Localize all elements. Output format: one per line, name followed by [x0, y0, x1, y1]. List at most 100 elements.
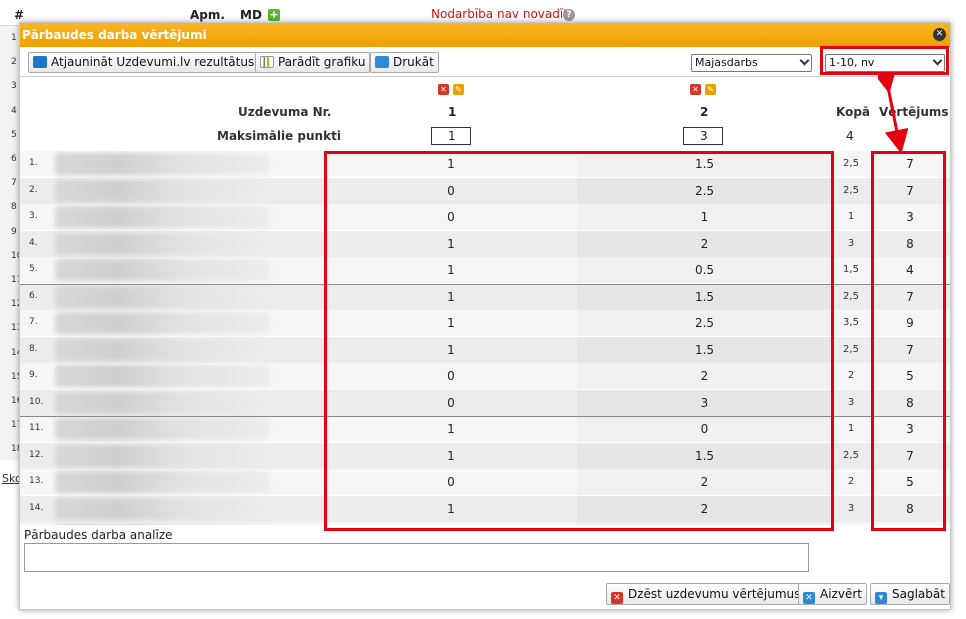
edit-task-2-icon[interactable]: ✎	[705, 84, 716, 95]
delete-icon: ✕	[611, 592, 623, 604]
student-name-blurred	[55, 391, 270, 414]
show-chart-button[interactable]: Parādīt grafiku	[255, 52, 371, 73]
delete-grades-button[interactable]: ✕ Dzēst uzdevumu vērtējumus	[606, 583, 806, 605]
row-number: 9.	[29, 370, 38, 380]
annotation-task-scores-box	[324, 151, 834, 531]
help-icon[interactable]: ?	[563, 9, 575, 21]
student-name-blurred	[55, 365, 270, 387]
student-name-blurred	[55, 338, 270, 361]
total-score: 1	[847, 423, 855, 434]
close-icon: ✕	[803, 592, 815, 604]
analysis-label: Pārbaudes darba analīze	[24, 528, 173, 542]
chart-icon	[260, 56, 274, 68]
total-score: 2,5	[843, 158, 859, 169]
edit-task-1-icon[interactable]: ✎	[453, 84, 464, 95]
total-score: 2,5	[843, 449, 859, 461]
add-icon[interactable]: +	[268, 9, 280, 21]
row-number: 5.	[29, 264, 38, 274]
student-name-blurred	[55, 444, 270, 467]
print-label: Drukāt	[393, 55, 434, 69]
background-row-number: 9	[11, 226, 17, 237]
row-number: 3.	[29, 211, 38, 221]
background-row-number: 3	[11, 81, 17, 92]
dialog-title: Pārbaudes darba vērtējumi	[22, 28, 207, 42]
task-number-label: Uzdevuma Nr.	[238, 105, 332, 119]
annotation-arrow	[878, 72, 908, 154]
row-number: 7.	[29, 317, 38, 327]
task-1-max-input[interactable]: 1	[431, 127, 471, 145]
total-max-value: 4	[846, 129, 854, 143]
row-number: 1.	[29, 158, 38, 168]
delete-task-2-icon[interactable]: ✕	[690, 84, 701, 95]
student-name-blurred	[55, 524, 270, 525]
refresh-results-button[interactable]: Atjaunināt Uzdevumi.lv rezultātus	[28, 52, 260, 73]
student-name-blurred	[55, 497, 270, 520]
student-name-blurred	[55, 206, 270, 228]
delete-grades-label: Dzēst uzdevumu vērtējumus	[628, 587, 801, 601]
delete-task-1-icon[interactable]: ✕	[438, 84, 449, 95]
dialog-titlebar[interactable]: Pārbaudes darba vērtējumi ✕	[20, 23, 950, 47]
work-type-select[interactable]: Majasdarbs	[691, 54, 812, 72]
row-number: 6.	[29, 290, 38, 301]
col-hash: #	[14, 8, 25, 22]
printer-icon	[375, 56, 389, 68]
background-row-number: 5	[11, 129, 17, 140]
total-score: 3	[847, 502, 855, 514]
annotation-scale-box	[820, 46, 949, 75]
row-number: 8.	[29, 343, 38, 354]
student-name-blurred	[55, 153, 270, 175]
annotation-grades-box	[871, 151, 946, 531]
student-name-blurred	[55, 312, 270, 334]
task-2-max-input[interactable]: 3	[683, 127, 723, 145]
background-row-number: 4	[11, 105, 17, 116]
col-apm: Apm.	[190, 8, 225, 22]
student-name-blurred	[55, 232, 270, 255]
analysis-textarea[interactable]	[24, 543, 809, 572]
total-score: 3	[847, 396, 855, 408]
row-number: 14.	[29, 502, 44, 513]
book-icon	[33, 56, 47, 68]
show-chart-label: Parādīt grafiku	[278, 55, 366, 69]
row-number: 2.	[29, 184, 38, 195]
row-number: 12.	[29, 449, 44, 460]
student-name-blurred	[55, 418, 270, 440]
background-row-number: 8	[11, 202, 17, 213]
chevron-down-icon	[799, 55, 810, 66]
student-name-blurred	[55, 471, 270, 493]
col-md: MD	[240, 8, 262, 22]
total-score: 2	[847, 370, 855, 381]
total-score: 2,5	[843, 290, 859, 302]
dialog-toolbar: Atjaunināt Uzdevumi.lv rezultātus Parādī…	[20, 47, 950, 77]
total-score: 1,5	[843, 264, 859, 275]
refresh-results-label: Atjaunināt Uzdevumi.lv rezultātus	[51, 55, 255, 69]
max-points-label: Maksimālie punkti	[217, 129, 341, 143]
total-score: 1	[832, 522, 870, 525]
print-button[interactable]: Drukāt	[370, 52, 439, 73]
row-number: 10.	[29, 396, 44, 407]
student-name-blurred	[55, 259, 270, 281]
save-label: Saglabāt	[892, 587, 945, 601]
total-score: 3	[847, 237, 855, 249]
background-row-number: 1	[11, 33, 17, 43]
background-row-number: 6	[11, 154, 17, 164]
close-icon[interactable]: ✕	[933, 28, 946, 41]
task-1-max-value: 1	[448, 129, 456, 143]
student-name-blurred	[55, 179, 270, 202]
total-score: 3,5	[843, 317, 859, 328]
student-name-blurred	[55, 285, 270, 308]
save-icon: ▾	[875, 592, 887, 604]
total-score: 2,5	[843, 184, 859, 196]
task-1-number: 1	[448, 105, 457, 119]
work-type-value: Majasdarbs	[695, 56, 758, 69]
row-number: 13.	[29, 476, 44, 486]
close-button[interactable]: ✕ Aizvērt	[798, 583, 867, 605]
row-number: 4.	[29, 237, 38, 248]
background-row-column	[0, 26, 20, 460]
total-score: 1	[847, 211, 855, 222]
background-row-number: 7	[11, 178, 17, 189]
save-button[interactable]: ▾ Saglabāt	[870, 583, 950, 605]
close-label: Aizvērt	[820, 587, 862, 601]
row-number: 11.	[29, 423, 44, 433]
total-column-header: Kopā	[836, 105, 871, 119]
total-score: 2	[847, 476, 855, 487]
